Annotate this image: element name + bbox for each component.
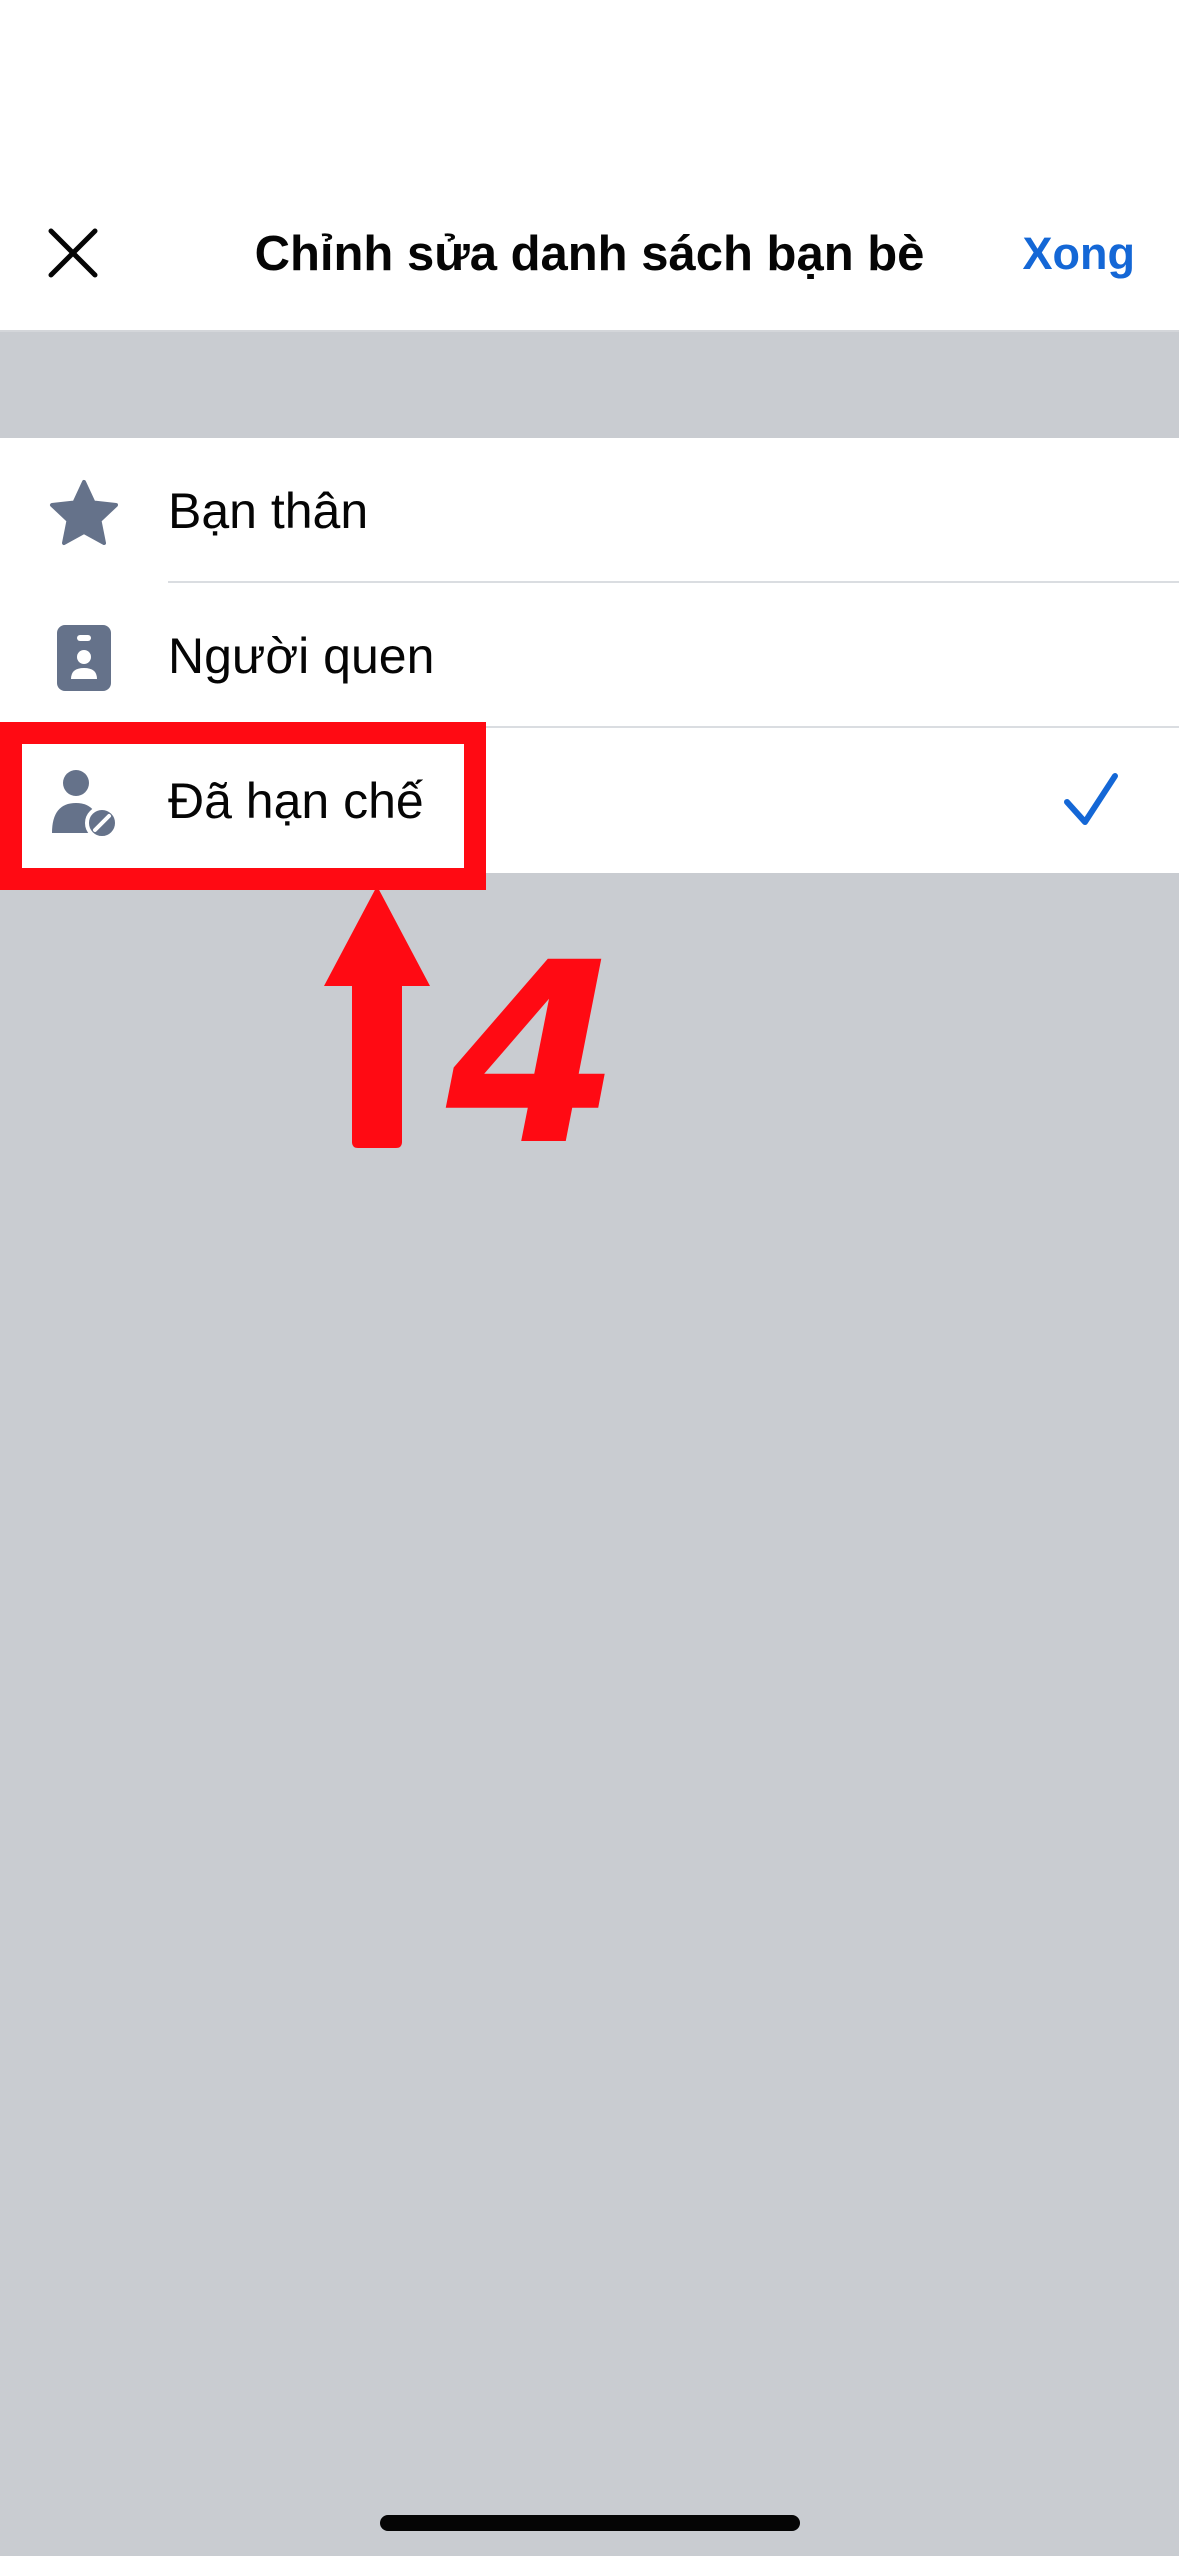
checkmark-icon (1064, 773, 1118, 825)
list-item-close-friends[interactable]: Bạn thân (0, 438, 1179, 583)
header: Chỉnh sửa danh sách bạn bè Xong (0, 0, 1179, 332)
home-indicator[interactable] (380, 2515, 800, 2531)
close-button[interactable] (38, 218, 108, 288)
star-icon (44, 478, 124, 548)
page-title: Chỉnh sửa danh sách bạn bè (254, 227, 925, 281)
annotation-arrow-icon (324, 886, 430, 1148)
list-item-label: Người quen (168, 628, 435, 684)
friend-lists: Bạn thân Người quen Đã hạn chế (0, 438, 1179, 873)
done-button[interactable]: Xong (1023, 222, 1135, 286)
close-icon (48, 228, 98, 278)
list-item-acquaintances[interactable]: Người quen (0, 583, 1179, 728)
list-item-label: Bạn thân (168, 483, 369, 539)
restricted-person-icon (44, 768, 124, 839)
list-item-label: Đã hạn chế (168, 773, 424, 829)
id-badge-icon (44, 623, 124, 693)
list-item-restricted[interactable]: Đã hạn chế (0, 728, 1179, 873)
annotation-step-number: 4 (446, 909, 620, 1200)
